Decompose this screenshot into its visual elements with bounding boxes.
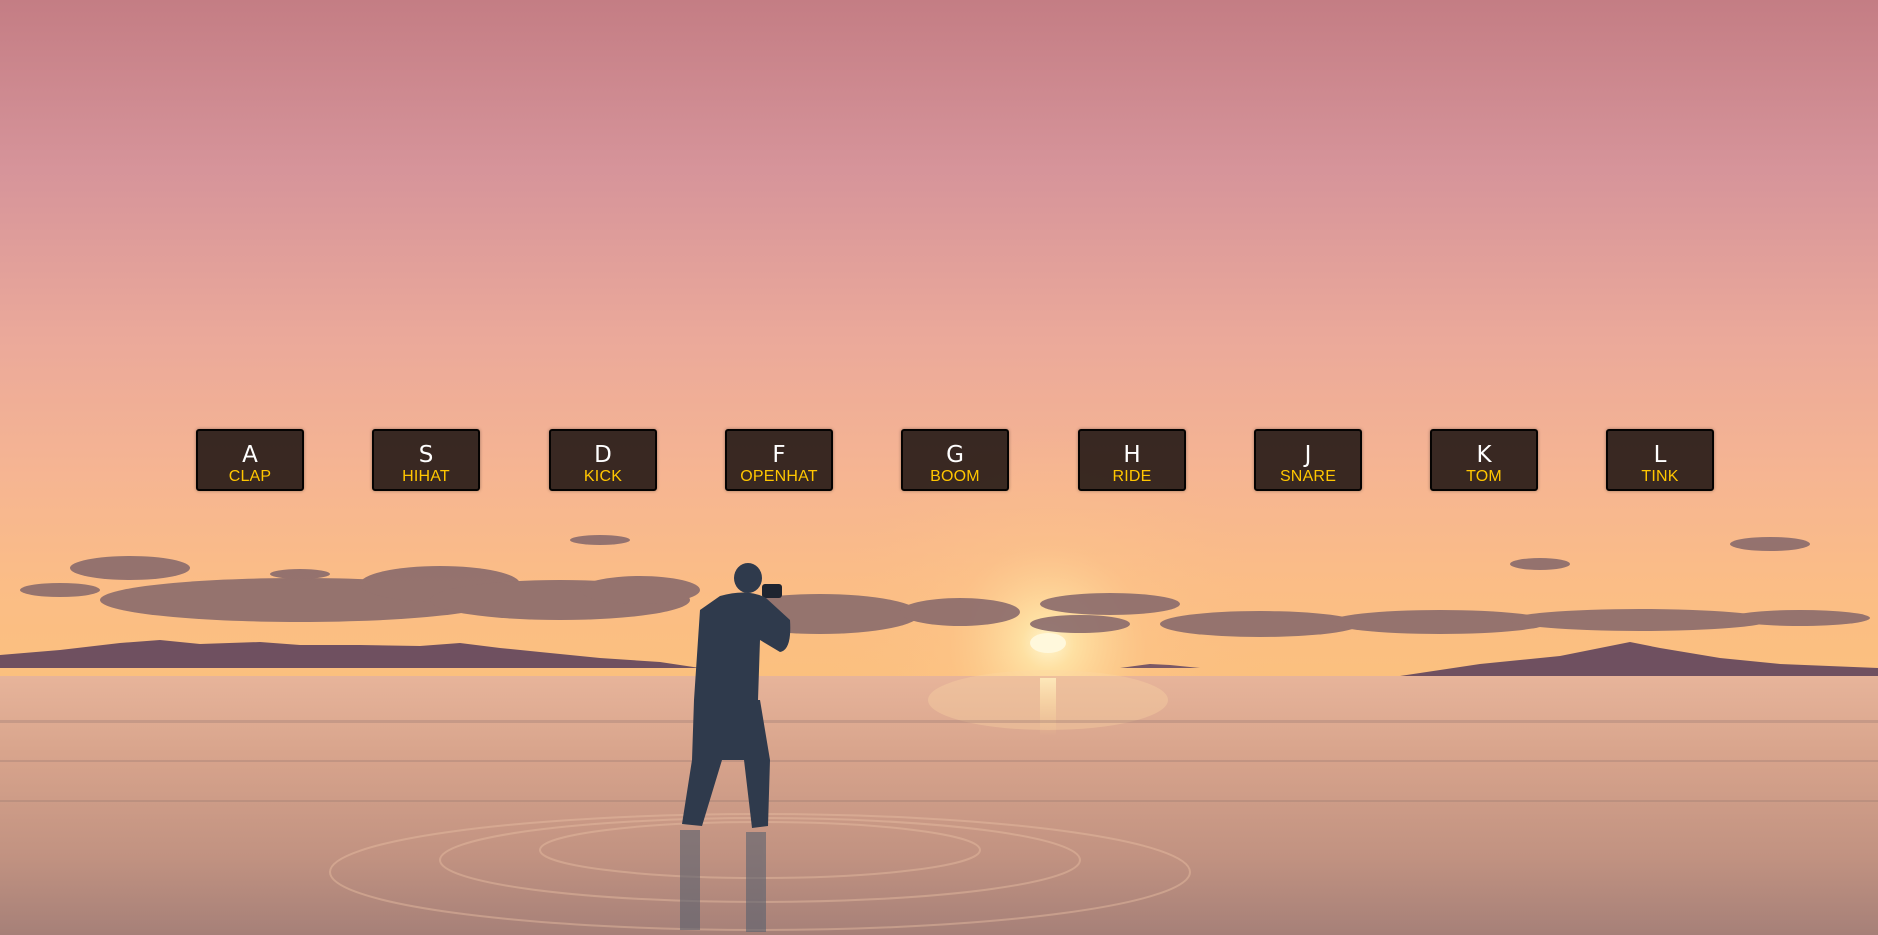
key-sound-label: SNARE	[1279, 468, 1337, 485]
drum-key-hihat[interactable]: S HIHAT	[372, 429, 480, 491]
drum-key-snare[interactable]: J SNARE	[1254, 429, 1362, 491]
key-sound-label: CLAP	[228, 468, 272, 485]
key-sound-label: TOM	[1466, 468, 1502, 485]
key-letter: H	[1123, 442, 1141, 468]
key-letter: L	[1653, 442, 1667, 468]
drum-key-clap[interactable]: A CLAP	[196, 429, 304, 491]
drum-kit-page: A CLAP S HIHAT D KICK F OPENHAT G BOOM H RIDE J SNARE…	[0, 0, 1878, 935]
key-sound-label: TINK	[1641, 468, 1679, 485]
drum-key-ride[interactable]: H RIDE	[1078, 429, 1186, 491]
key-letter: F	[772, 442, 786, 468]
drum-key-openhat[interactable]: F OPENHAT	[725, 429, 833, 491]
key-letter: K	[1476, 442, 1492, 468]
key-sound-label: KICK	[583, 468, 623, 485]
key-sound-label: RIDE	[1112, 468, 1152, 485]
key-sound-label: HIHAT	[402, 468, 450, 485]
key-sound-label: OPENHAT	[740, 468, 818, 485]
key-letter: G	[946, 442, 964, 468]
drum-key-tom[interactable]: K TOM	[1430, 429, 1538, 491]
key-letter: D	[594, 442, 612, 468]
drum-key-kick[interactable]: D KICK	[549, 429, 657, 491]
key-letter: J	[1304, 442, 1312, 468]
drum-key-boom[interactable]: G BOOM	[901, 429, 1009, 491]
key-letter: S	[418, 442, 434, 468]
key-sound-label: BOOM	[930, 468, 980, 485]
drum-keys-row: A CLAP S HIHAT D KICK F OPENHAT G BOOM H RIDE J SNARE…	[196, 429, 1720, 495]
key-letter: A	[242, 442, 258, 468]
drum-key-tink[interactable]: L TINK	[1606, 429, 1714, 491]
